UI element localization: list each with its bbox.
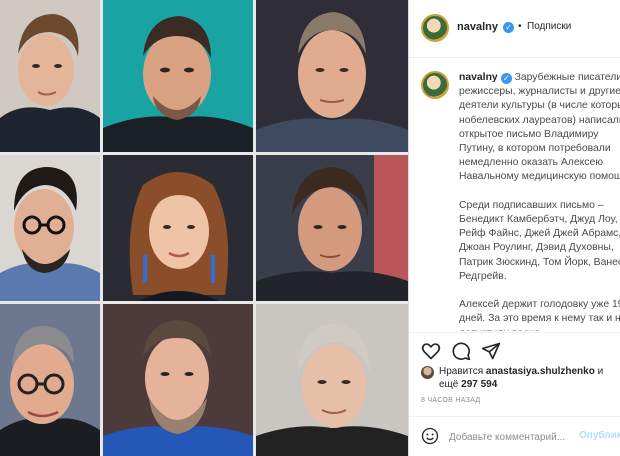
comment-bar: Опубликовать [409,416,620,456]
portrait-photo [256,155,408,301]
follow-status-button[interactable]: Подписки [527,21,571,32]
caption-text: navalny✓ Зарубежные писатели, режиссеры,… [459,71,620,331]
share-icon[interactable] [481,341,501,361]
profile-avatar[interactable] [421,14,449,42]
post-timestamp[interactable]: 8 ЧАСОВ НАЗАД [421,397,480,404]
heart-icon[interactable] [421,341,441,361]
action-bar [409,332,620,364]
likes-count-line[interactable]: ещё 297 594 [439,379,497,390]
portrait-photo [103,304,253,456]
post-panel: navalny ✓ • Подписки navalny ✓ Зарубежные… [408,0,620,456]
caption-area: navalny✓ Зарубежные писатели, режиссеры,… [409,59,620,331]
smile-icon[interactable] [421,427,439,445]
likes-count-prefix: ещё [439,379,462,390]
portrait-photo [0,0,100,152]
verified-check-icon: ✓ [500,73,512,84]
portrait-photo [103,0,253,152]
caption-avatar[interactable] [421,71,449,99]
likes-text: Нравится anastasiya.shulzhenko и [439,366,603,377]
caption-username[interactable]: navalny [459,72,498,83]
portrait-photo [256,0,408,152]
comment-input[interactable] [449,429,577,445]
likes-prefix: Нравится [439,366,486,377]
liker-username[interactable]: anastasiya.shulzhenko [486,366,595,377]
comment-icon[interactable] [451,341,471,361]
portrait-photo [103,155,253,301]
photo-grid [0,0,408,456]
likes-count: 297 594 [461,379,498,390]
verified-check-icon: ✓ [503,22,514,33]
separator-dot: • [518,21,522,32]
liker-avatar[interactable] [421,366,434,379]
header-username[interactable]: navalny [457,21,498,33]
portrait-photo [0,304,100,456]
portrait-photo [0,155,100,301]
post-header: navalny ✓ • Подписки [409,0,620,58]
post-comment-button[interactable]: Опубликовать [579,430,620,441]
portrait-photo [256,304,408,456]
likes-connector: и [594,366,604,377]
caption-body: Зарубежные писатели, режиссеры, журналис… [459,72,620,331]
likes-section: Нравится anastasiya.shulzhenko и ещё 297… [409,362,620,396]
